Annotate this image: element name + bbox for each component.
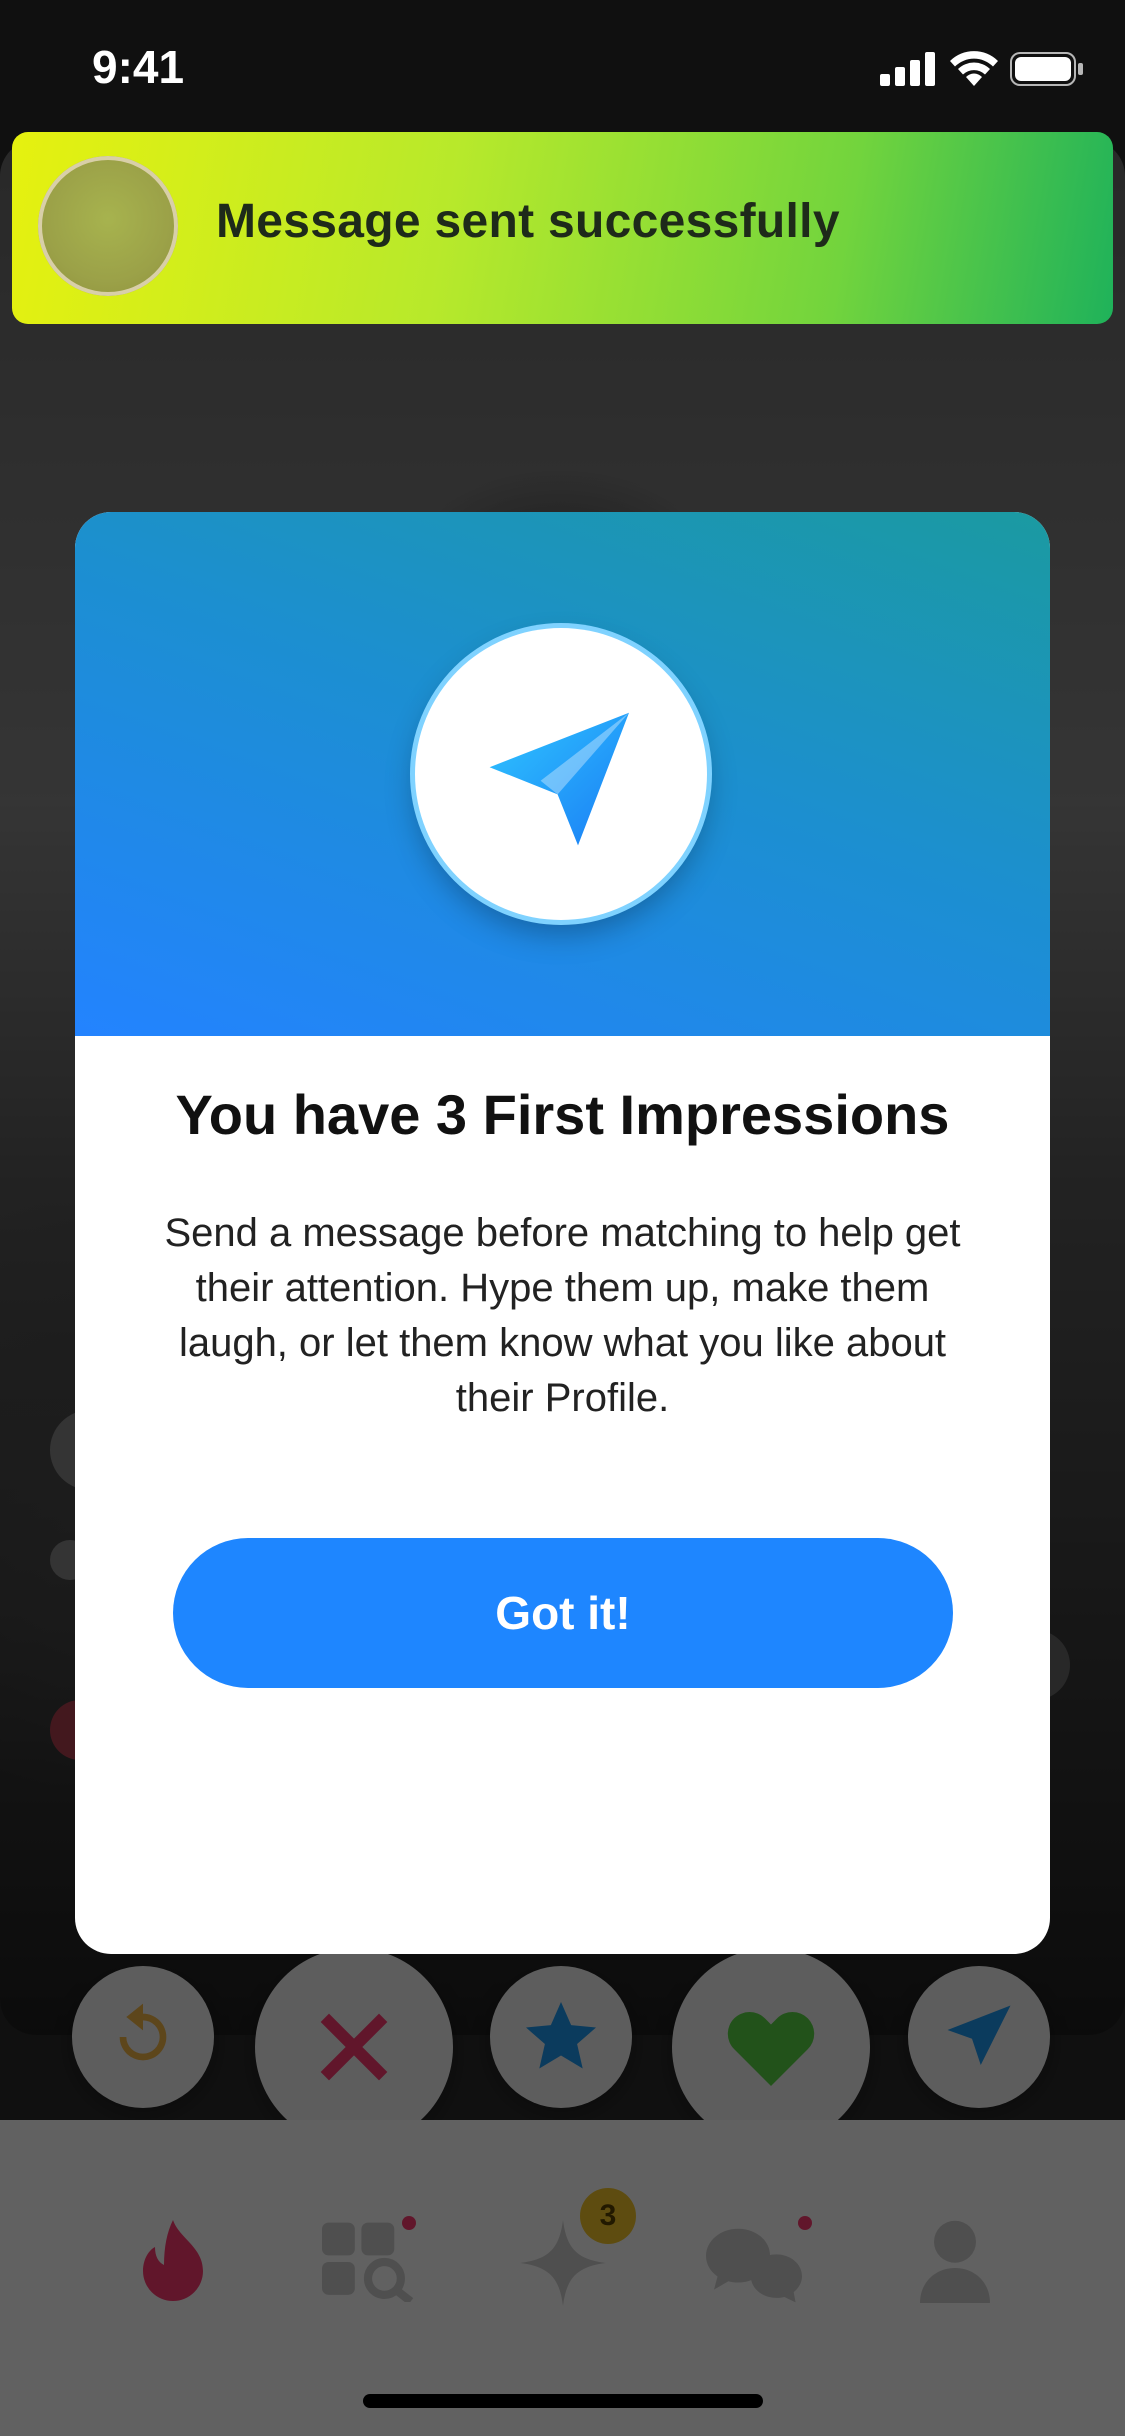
wifi-icon: [950, 51, 998, 86]
battery-icon: [1010, 52, 1083, 86]
paper-plane-icon: [489, 712, 629, 846]
signal-icon: [880, 52, 935, 86]
first-impressions-modal: You have 3 First Impressions Send a mess…: [75, 512, 1050, 1954]
modal-body-text: Send a message before matching to help g…: [164, 1211, 961, 1420]
modal-header: [75, 512, 1050, 1036]
status-bar: 9:41: [0, 0, 1125, 135]
status-time: 9:41: [92, 41, 185, 93]
toast-message: Message sent successfully: [216, 195, 840, 248]
success-toast[interactable]: Message sent successfully: [12, 132, 1113, 324]
modal-icon-badge: [415, 628, 707, 920]
got-it-button[interactable]: Got it!: [173, 1538, 953, 1688]
modal-title: You have 3 First Impressions: [175, 1083, 950, 1146]
avatar: [38, 156, 178, 296]
